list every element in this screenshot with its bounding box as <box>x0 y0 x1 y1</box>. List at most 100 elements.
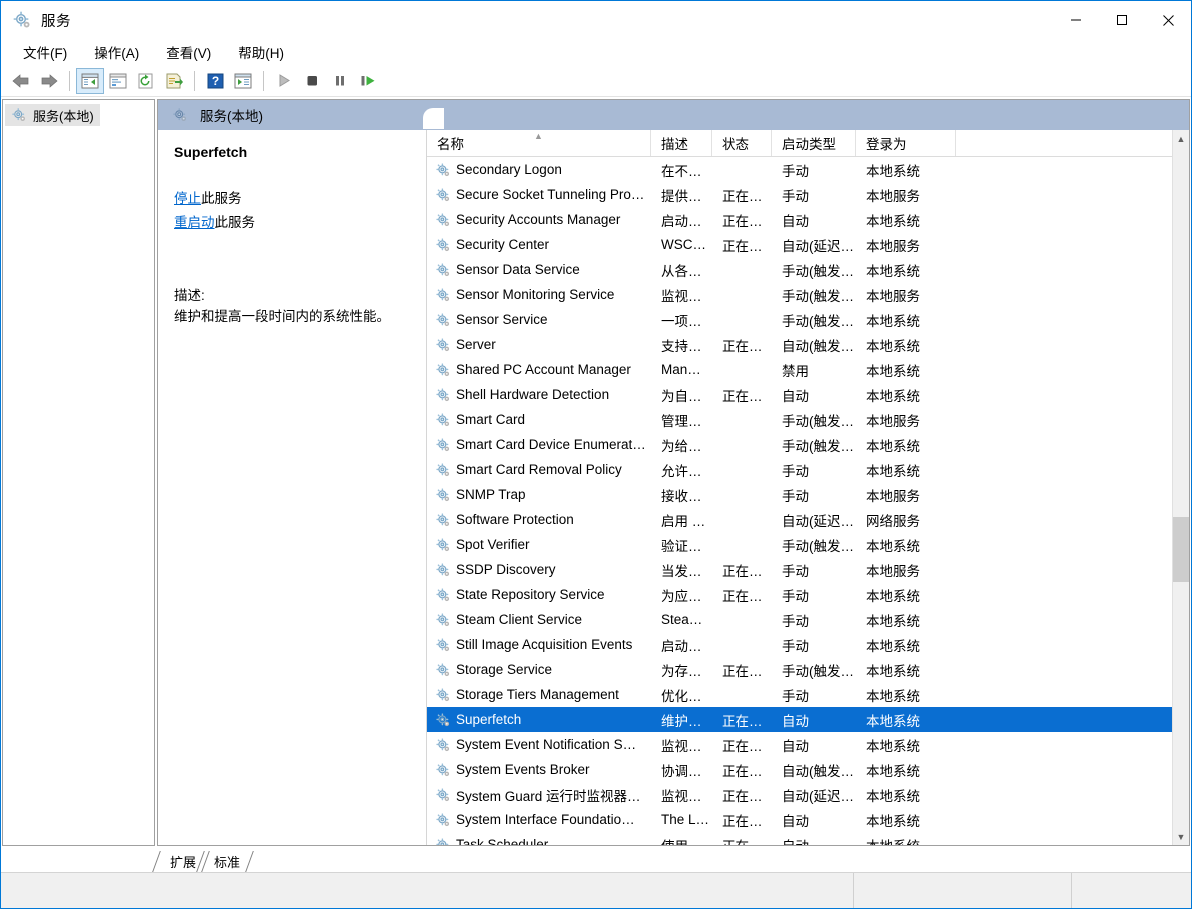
tree-item-services-local[interactable]: 服务(本地) <box>5 104 100 126</box>
tab-standard[interactable]: 标准 <box>196 851 254 872</box>
toolbar-separator <box>263 70 264 91</box>
service-row[interactable]: Superfetch 维护… 正在… 自动 本地系统 <box>427 707 1189 732</box>
column-header-name[interactable]: 名称 ▲ <box>427 130 651 156</box>
pane-content: Superfetch 停止此服务 重启动此服务 描述: 维护和提高一段时间内的系… <box>158 130 1189 845</box>
column-header-label: 状态 <box>722 137 749 152</box>
window-title: 服务 <box>41 13 71 30</box>
service-row[interactable]: Security Center WSC… 正在… 自动(延迟… 本地服务 <box>427 232 1189 257</box>
service-name-label: State Repository Service <box>456 587 605 602</box>
cell-description: 启用 … <box>661 513 706 529</box>
stop-icon[interactable] <box>298 68 326 94</box>
restart-icon[interactable] <box>354 68 382 94</box>
forward-button[interactable] <box>35 68 63 94</box>
cell-description: Stea… <box>661 612 703 627</box>
column-header-status[interactable]: 状态 <box>712 130 772 156</box>
scrollbar-thumb[interactable] <box>1173 517 1189 582</box>
column-header-description[interactable]: 描述 <box>651 130 712 156</box>
service-name-label: System Interface Foundatio… <box>456 812 635 827</box>
cell-name: SSDP Discovery <box>427 562 651 578</box>
service-row[interactable]: Sensor Service 一项… 手动(触发… 本地系统 <box>427 307 1189 332</box>
service-name-label: Smart Card Removal Policy <box>456 462 622 477</box>
service-gear-icon <box>435 212 451 228</box>
cell-logon: 本地系统 <box>866 813 920 829</box>
back-button[interactable] <box>7 68 35 94</box>
service-name-label: Secure Socket Tunneling Pro… <box>456 187 645 202</box>
service-row[interactable]: Server 支持… 正在… 自动(触发… 本地系统 <box>427 332 1189 357</box>
service-gear-icon <box>435 387 451 403</box>
cell-startup: 自动(触发… <box>782 763 854 779</box>
services-gear-icon <box>11 107 27 123</box>
service-row[interactable]: Smart Card Device Enumerat… 为给… 手动(触发… 本地系统 <box>427 432 1189 457</box>
question-mark-icon[interactable]: ? <box>201 68 229 94</box>
cell-description: WSC… <box>661 237 706 252</box>
service-row[interactable]: Security Accounts Manager 启动… 正在… 自动 本地系统 <box>427 207 1189 232</box>
cell-name: Secure Socket Tunneling Pro… <box>427 187 651 203</box>
menu-action[interactable]: 操作(A) <box>85 39 148 65</box>
service-row[interactable]: Storage Service 为存… 正在… 手动(触发… 本地系统 <box>427 657 1189 682</box>
service-row[interactable]: Secure Socket Tunneling Pro… 提供… 正在… 手动 本地服务 <box>427 182 1189 207</box>
service-row[interactable]: Storage Tiers Management 优化… 手动 本地系统 <box>427 682 1189 707</box>
restart-service-link[interactable]: 重启动 <box>174 215 215 230</box>
service-row[interactable]: Smart Card Removal Policy 允许… 手动 本地系统 <box>427 457 1189 482</box>
service-row[interactable]: SNMP Trap 接收… 手动 本地服务 <box>427 482 1189 507</box>
service-row[interactable]: Sensor Monitoring Service 监视… 手动(触发… 本地服务 <box>427 282 1189 307</box>
cell-name: Smart Card <box>427 412 651 428</box>
cell-description: 接收… <box>661 488 702 504</box>
cell-description: 监视… <box>661 738 702 754</box>
service-row[interactable]: Steam Client Service Stea… 手动 本地系统 <box>427 607 1189 632</box>
cell-startup: 手动(触发… <box>782 313 854 329</box>
export-list-icon[interactable] <box>160 68 188 94</box>
service-row[interactable]: Software Protection 启用 … 自动(延迟… 网络服务 <box>427 507 1189 532</box>
maximize-button[interactable] <box>1099 1 1145 39</box>
column-header-label: 启动类型 <box>782 137 836 152</box>
scroll-up-button[interactable]: ▲ <box>1173 130 1189 147</box>
tab-edge-left <box>152 851 172 872</box>
menu-help[interactable]: 帮助(H) <box>229 39 293 65</box>
scrollbar-track[interactable] <box>1173 147 1189 828</box>
action-pane-icon[interactable] <box>229 68 257 94</box>
window-controls <box>1053 1 1191 39</box>
service-row[interactable]: Smart Card 管理… 手动(触发… 本地服务 <box>427 407 1189 432</box>
service-row[interactable]: Task Scheduler 使用…正在…自动本地系统 <box>427 832 1189 845</box>
service-row[interactable]: Secondary Logon 在不… 手动 本地系统 <box>427 157 1189 182</box>
service-row[interactable]: Still Image Acquisition Events 启动… 手动 本地系统 <box>427 632 1189 657</box>
cell-name: Spot Verifier <box>427 537 651 553</box>
stop-service-link[interactable]: 停止 <box>174 191 201 206</box>
service-gear-icon <box>435 437 451 453</box>
menu-view[interactable]: 查看(V) <box>157 39 220 65</box>
service-row[interactable]: System Event Notification S… 监视… 正在… 自动 本地系统 <box>427 732 1189 757</box>
scroll-down-button[interactable]: ▼ <box>1173 828 1189 845</box>
service-row[interactable]: Shared PC Account Manager Man… 禁用 本地系统 <box>427 357 1189 382</box>
column-header-logon-as[interactable]: 登录为 <box>856 130 956 156</box>
service-row[interactable]: System Interface Foundatio… The L… 正在… 自动 本地… <box>427 807 1189 832</box>
cell-description: 为存… <box>661 663 702 679</box>
service-row[interactable]: System Guard 运行时监视器… 监视… 正在… 自动(延迟… 本地系统 <box>427 782 1189 807</box>
play-icon[interactable] <box>270 68 298 94</box>
service-gear-icon <box>435 312 451 328</box>
service-row[interactable]: Spot Verifier 验证… 手动(触发… 本地系统 <box>427 532 1189 557</box>
stop-service-action[interactable]: 停止此服务 <box>174 187 410 207</box>
cell-description: 为应… <box>661 588 702 604</box>
column-header-startup-type[interactable]: 启动类型 <box>772 130 856 156</box>
pause-icon[interactable] <box>326 68 354 94</box>
properties-icon[interactable] <box>104 68 132 94</box>
restart-service-action[interactable]: 重启动此服务 <box>174 211 410 231</box>
service-row[interactable]: Shell Hardware Detection 为自… 正在… 自动 本地系统 <box>427 382 1189 407</box>
service-row[interactable]: System Events Broker 协调… 正在… 自动(触发… 本地系统 <box>427 757 1189 782</box>
vertical-scrollbar[interactable]: ▲ ▼ <box>1172 130 1189 845</box>
minimize-button[interactable] <box>1053 1 1099 39</box>
service-gear-icon <box>435 812 451 828</box>
close-button[interactable] <box>1145 1 1191 39</box>
menu-file[interactable]: 文件(F) <box>14 39 76 65</box>
service-row[interactable]: SSDP Discovery 当发… 正在… 手动 本地服务 <box>427 557 1189 582</box>
cell-description: 启动… <box>661 213 702 229</box>
service-row[interactable]: Sensor Data Service 从各… 手动(触发… 本地系统 <box>427 257 1189 282</box>
service-row[interactable]: State Repository Service 为应… 正在… 手动 本地系统 <box>427 582 1189 607</box>
sort-ascending-icon: ▲ <box>534 131 543 141</box>
cell-description: Man… <box>661 362 701 377</box>
cell-startup: 手动 <box>782 588 809 604</box>
service-name-label: System Guard 运行时监视器… <box>456 788 641 804</box>
refresh-icon[interactable] <box>132 68 160 94</box>
services-gear-icon <box>172 107 188 123</box>
console-tree-icon[interactable] <box>76 67 104 94</box>
